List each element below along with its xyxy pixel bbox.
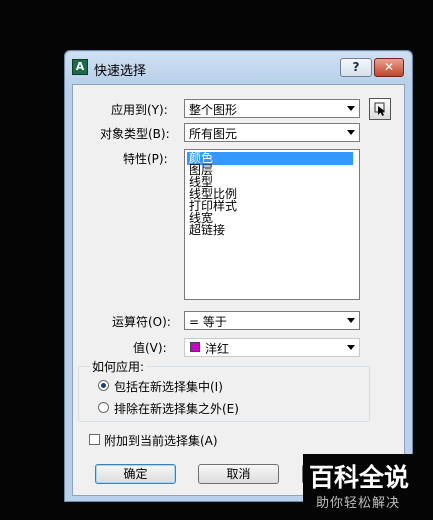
properties-label: 特性(P):: [123, 152, 168, 166]
chevron-down-icon: [347, 106, 355, 111]
value-dropdown[interactable]: 洋红: [184, 338, 360, 357]
append-checkbox[interactable]: [89, 434, 100, 445]
select-objects-icon: [374, 102, 385, 116]
include-radio-label[interactable]: 包括在新选择集中(I): [114, 378, 223, 395]
select-objects-button[interactable]: [369, 98, 391, 120]
operator-dropdown[interactable]: = 等于: [184, 311, 360, 330]
property-item-hyperlink[interactable]: 超链接: [187, 224, 227, 237]
chevron-down-icon: [347, 345, 355, 350]
apply-to-dropdown[interactable]: 整个图形: [184, 99, 360, 118]
append-checkbox-label[interactable]: 附加到当前选择集(A): [104, 432, 218, 449]
help-button[interactable]: ?: [340, 58, 372, 77]
color-swatch: [190, 342, 200, 352]
exclude-radio-label[interactable]: 排除在新选择集之外(E): [114, 400, 239, 417]
autocad-app-icon: A: [72, 59, 88, 75]
object-type-label: 对象类型(B):: [100, 127, 170, 141]
ok-button[interactable]: 确定: [95, 464, 176, 484]
operator-value: = 等于: [189, 315, 227, 329]
object-type-value: 所有图元: [189, 127, 238, 141]
object-type-dropdown[interactable]: 所有图元: [184, 123, 360, 142]
value-label: 值(V):: [133, 341, 167, 355]
apply-to-label: 应用到(Y):: [111, 103, 168, 117]
include-radio[interactable]: [98, 380, 109, 391]
watermark-title: 百科全说: [309, 463, 410, 492]
close-button[interactable]: ✕: [374, 58, 404, 77]
chevron-down-icon: [347, 318, 355, 323]
how-to-apply-label: 如何应用:: [90, 358, 147, 375]
chevron-down-icon: [347, 130, 355, 135]
operator-label: 运算符(O):: [112, 315, 171, 329]
apply-to-value: 整个图形: [189, 103, 238, 117]
exclude-radio[interactable]: [98, 402, 109, 413]
value-text: 洋红: [205, 342, 230, 356]
cancel-button[interactable]: 取消: [198, 464, 279, 484]
properties-listbox[interactable]: 颜色 图层 线型 线型比例 打印样式 线宽 超链接: [184, 149, 360, 300]
watermark-subtitle: 助你轻松解决: [316, 496, 401, 511]
dialog-title: 快速选择: [94, 64, 147, 79]
